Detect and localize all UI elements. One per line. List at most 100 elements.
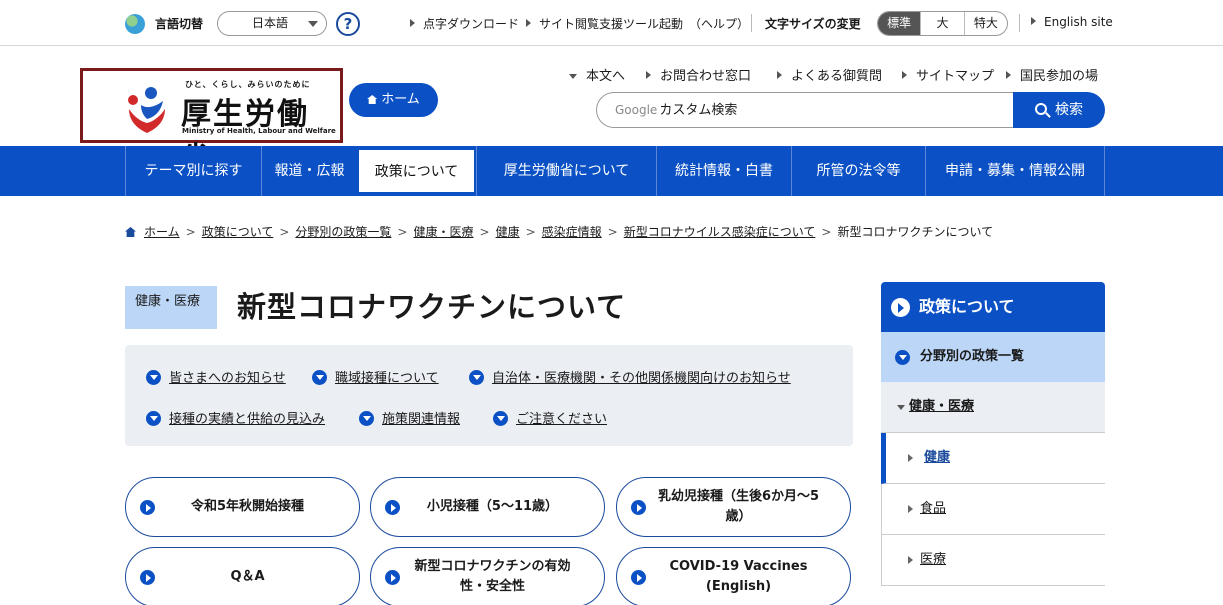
anchor-results[interactable]: 接種の実績と供給の見込み <box>146 408 325 427</box>
sidebar-health-medical[interactable]: 健康・医療 <box>881 382 1105 433</box>
pill-infant-vaccination[interactable]: 乳幼児接種（生後6か月～5歳） <box>616 477 851 537</box>
triangle-down-icon <box>897 405 905 410</box>
accessibility-help-link[interactable]: （ヘルプ） <box>689 15 749 32</box>
nav-statistics[interactable]: 統計情報・白書 <box>656 146 791 196</box>
anchor-links-panel: 皆さまへのお知らせ 職域接種について 自治体・医療機関・その他関係機関向けのお知… <box>125 345 853 446</box>
anchor-caution[interactable]: ご注意ください <box>493 408 607 427</box>
nav-about[interactable]: 厚生労働省について <box>476 146 656 196</box>
sidebar: 政策について 分野別の政策一覧 健康・医療 健康 食品 医療 <box>881 282 1105 605</box>
nav-policy[interactable]: 政策について <box>357 148 476 194</box>
home-button[interactable]: ホーム <box>349 83 438 117</box>
site-logo[interactable]: ひと、くらし、みらいのために 厚生労働省 Ministry of Health,… <box>80 68 343 176</box>
breadcrumb: ホーム > 政策について > 分野別の政策一覧 > 健康・医療 > 健康 > 感染症情報 > 新型コロナ… <box>125 223 993 240</box>
pill-child-vaccination[interactable]: 小児接種（5～11歳） <box>370 477 605 537</box>
triangle-right-icon <box>410 19 415 27</box>
breadcrumb-policy-list[interactable]: 分野別の政策一覧 <box>295 225 391 239</box>
accessibility-tool-link[interactable]: サイト閲覧支援ツール起動 <box>526 15 683 32</box>
triangle-right-icon <box>902 71 907 79</box>
search-placeholder: カスタム検索 <box>659 103 738 118</box>
breadcrumb-health-medical[interactable]: 健康・医療 <box>413 225 473 239</box>
font-size-standard-button[interactable]: 標準 <box>878 12 922 35</box>
font-size-xlarge-button[interactable]: 特大 <box>965 12 1007 35</box>
breadcrumb-home[interactable]: ホーム <box>144 225 180 239</box>
sidebar-heading[interactable]: 政策について <box>881 282 1105 332</box>
search-icon <box>1035 103 1047 115</box>
pill-qa[interactable]: Q＆A <box>125 547 360 605</box>
triangle-right-icon <box>908 454 913 462</box>
chevron-right-icon <box>140 500 155 515</box>
breadcrumb-health[interactable]: 健康 <box>496 225 520 239</box>
google-label: Google <box>615 103 658 117</box>
font-size-label: 文字サイズの変更 <box>765 17 861 31</box>
sidebar-item-health[interactable]: 健康 <box>881 433 1105 484</box>
divider <box>1019 14 1020 32</box>
anchor-policy-info[interactable]: 施策関連情報 <box>359 408 460 427</box>
nav-press[interactable]: 報道・広報 <box>261 146 357 196</box>
chevron-down-icon <box>146 411 161 426</box>
chevron-right-icon <box>631 500 646 515</box>
english-site-link[interactable]: English site <box>1031 15 1113 29</box>
sidebar-policy-list[interactable]: 分野別の政策一覧 <box>881 332 1105 382</box>
anchor-workplace[interactable]: 職域接種について <box>312 367 439 386</box>
chevron-down-icon <box>895 350 910 365</box>
search-button[interactable]: 検索 <box>1013 92 1105 128</box>
chevron-down-icon <box>312 370 327 385</box>
chevron-down-icon <box>146 370 161 385</box>
chevron-down-icon <box>359 411 374 426</box>
triangle-down-icon <box>569 74 577 79</box>
breadcrumb-separator: > <box>821 225 832 239</box>
chevron-right-icon <box>385 500 400 515</box>
chevron-right-icon <box>891 298 910 317</box>
public-participation-link[interactable]: 国民参加の場 <box>1006 65 1098 84</box>
sitemap-link[interactable]: サイトマップ <box>902 65 994 84</box>
logo-english-text: Ministry of Health, Labour and Welfare <box>182 127 336 135</box>
faq-link[interactable]: よくある御質問 <box>777 65 882 84</box>
triangle-right-icon <box>777 71 782 79</box>
chevron-down-icon <box>493 411 508 426</box>
search-input[interactable]: Google カスタム検索 <box>596 92 1020 128</box>
category-badge: 健康・医療 <box>125 286 217 329</box>
divider <box>751 14 752 32</box>
breadcrumb-separator: > <box>397 225 408 239</box>
breadcrumb-separator: > <box>607 225 618 239</box>
braille-download-link[interactable]: 点字ダウンロード <box>410 15 519 32</box>
page-title: 新型コロナワクチンについて <box>237 290 627 324</box>
globe-icon <box>125 14 145 34</box>
pill-english[interactable]: COVID-19 Vaccines (English) <box>616 547 851 605</box>
font-size-large-button[interactable]: 大 <box>921 12 965 35</box>
anchor-notice[interactable]: 皆さまへのお知らせ <box>146 367 286 386</box>
triangle-right-icon <box>1031 17 1036 25</box>
triangle-right-icon <box>526 19 531 27</box>
home-icon <box>125 227 136 237</box>
utility-bar: 言語切替 日本語 ? 点字ダウンロード サイト閲覧支援ツール起動 （ヘルプ） 文… <box>0 0 1223 46</box>
triangle-right-icon <box>908 556 913 564</box>
breadcrumb-infectious-disease[interactable]: 感染症情報 <box>542 225 602 239</box>
anchor-institutions[interactable]: 自治体・医療機関・その他関係機関向けのお知らせ <box>469 367 791 386</box>
skip-to-content-link[interactable]: 本文へ <box>569 65 625 84</box>
help-icon[interactable]: ? <box>336 12 360 36</box>
nav-laws[interactable]: 所管の法令等 <box>791 146 925 196</box>
chevron-right-icon <box>385 570 400 585</box>
breadcrumb-covid[interactable]: 新型コロナウイルス感染症について <box>624 225 816 239</box>
sidebar-item-food[interactable]: 食品 <box>881 484 1105 535</box>
sidebar-item-medical[interactable]: 医療 <box>881 535 1105 586</box>
pill-efficacy-safety[interactable]: 新型コロナワクチンの有効性・安全性 <box>370 547 605 605</box>
breadcrumb-separator: > <box>525 225 536 239</box>
chevron-down-icon <box>308 21 318 27</box>
logo-mark-icon <box>128 87 165 133</box>
language-select-value: 日本語 <box>252 16 289 30</box>
language-label: 言語切替 <box>155 17 204 31</box>
breadcrumb-policy[interactable]: 政策について <box>202 225 274 239</box>
language-select[interactable]: 日本語 <box>217 11 327 36</box>
nav-applications[interactable]: 申請・募集・情報公開 <box>925 146 1105 196</box>
triangle-right-icon <box>1006 71 1011 79</box>
contact-link[interactable]: お問合わせ窓口 <box>646 65 751 84</box>
breadcrumb-separator: > <box>185 225 196 239</box>
nav-theme[interactable]: テーマ別に探す <box>125 146 261 196</box>
chevron-right-icon <box>631 570 646 585</box>
triangle-right-icon <box>646 71 651 79</box>
pill-autumn-vaccination[interactable]: 令和5年秋開始接種 <box>125 477 360 537</box>
chevron-right-icon <box>140 570 155 585</box>
global-nav: テーマ別に探す 報道・広報 政策について 厚生労働省について 統計情報・白書 所… <box>0 146 1223 196</box>
triangle-right-icon <box>908 505 913 513</box>
